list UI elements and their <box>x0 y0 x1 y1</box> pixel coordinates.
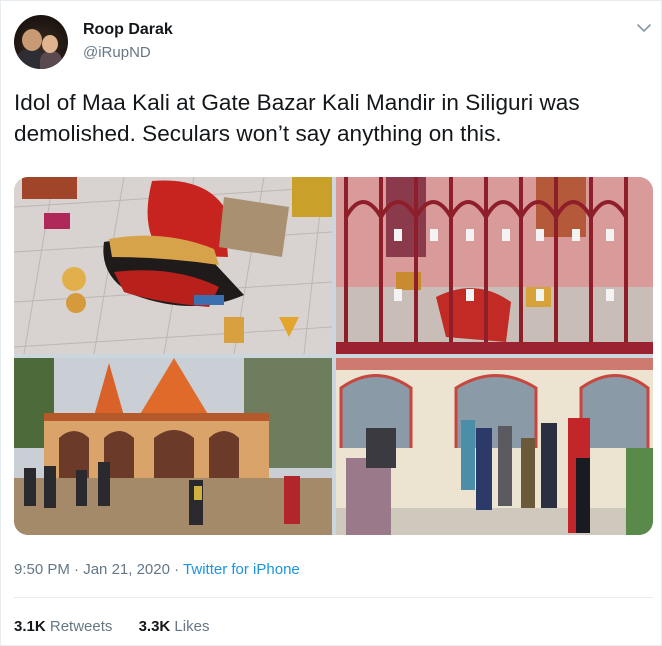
retweets-count: 3.1K <box>14 618 46 635</box>
tweet-card: Roop Darak @iRupND Idol of Maa Kali at G… <box>0 0 662 646</box>
chevron-down-icon[interactable] <box>635 21 653 35</box>
likes-stat[interactable]: 3.3K Likes <box>139 618 210 635</box>
temple-exterior-photo[interactable] <box>14 358 332 535</box>
avatar-child-body <box>40 51 62 69</box>
author-handle[interactable]: @iRupND <box>83 44 151 61</box>
divider <box>14 597 653 598</box>
tweet-text: Idol of Maa Kali at Gate Bazar Kali Mand… <box>14 90 580 146</box>
avatar-person-face <box>22 29 42 51</box>
tweet-source-link[interactable]: Twitter for iPhone <box>183 561 300 578</box>
tweet-time[interactable]: 9:50 PM <box>14 561 70 578</box>
damaged-idol-photo[interactable] <box>14 177 332 354</box>
tweet-stats: 3.1K Retweets 3.3K Likes <box>14 618 231 635</box>
avatar-child-face <box>42 35 58 53</box>
avatar[interactable] <box>14 15 68 69</box>
retweets-label: Retweets <box>49 618 113 635</box>
author-name[interactable]: Roop Darak <box>83 21 173 39</box>
media-grid <box>14 177 653 535</box>
tweet-meta: 9:50 PM · Jan 21, 2020 · Twitter for iPh… <box>14 561 300 578</box>
likes-count: 3.3K <box>138 618 171 635</box>
meta-separator: · <box>74 561 80 578</box>
temple-crowd-photo[interactable] <box>336 358 653 535</box>
tweet-date[interactable]: Jan 21, 2020 <box>83 561 170 578</box>
meta-separator: · <box>174 561 180 578</box>
likes-label: Likes <box>174 618 210 635</box>
temple-grille-photo[interactable] <box>336 177 653 354</box>
retweets-stat[interactable]: 3.1K Retweets <box>14 618 112 635</box>
